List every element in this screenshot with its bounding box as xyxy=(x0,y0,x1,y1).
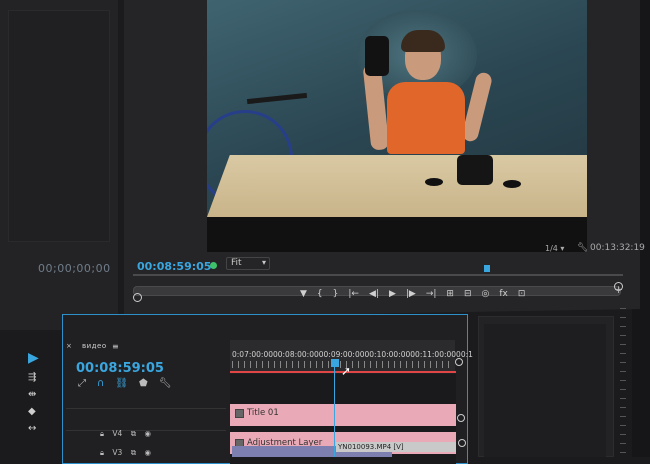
tools-panel: ▶ ⇶ ⇹ ◆ ↔ xyxy=(28,350,39,434)
clip-label: Title 01 xyxy=(247,408,279,418)
sequence-tab[interactable]: видео xyxy=(70,342,107,350)
linked-selection-icon[interactable]: ⛓︎ xyxy=(115,378,128,389)
sequence-name: видео xyxy=(82,342,107,350)
source-timecode[interactable]: 00;00;00;00 xyxy=(38,262,111,275)
clip-label: YN010093.MP4 [V] xyxy=(338,443,404,451)
fx-badge-icon xyxy=(235,409,244,418)
snap-icon[interactable]: ∩ xyxy=(97,378,104,389)
person-orange-shirt xyxy=(387,82,465,154)
export-frame-button[interactable]: ◎ xyxy=(482,289,490,303)
razor-tool-icon[interactable]: ◆ xyxy=(28,406,39,417)
zoom-scrollbar-left-handle[interactable] xyxy=(133,293,142,302)
bicycle-handlebar xyxy=(246,92,308,105)
track-separator xyxy=(66,408,226,409)
timeline-playhead-line[interactable] xyxy=(334,366,335,457)
playback-resolution-select[interactable]: 1/4 ▾ xyxy=(545,244,564,253)
slip-tool-icon[interactable]: ↔ xyxy=(28,423,39,434)
program-playhead-timecode[interactable]: 00:08:59:05 xyxy=(137,260,211,273)
lock-icon[interactable]: 🔒︎ xyxy=(100,429,104,438)
zoom-level-value: Fit xyxy=(231,258,242,268)
lens-cap xyxy=(425,178,443,186)
add-marker-button[interactable]: ▼ xyxy=(300,289,307,303)
comparison-view-button[interactable]: ⊡ xyxy=(518,289,526,303)
source-monitor-view xyxy=(8,10,110,242)
lift-button[interactable]: ⊞ xyxy=(446,289,454,303)
selection-tool-icon[interactable]: ▶ xyxy=(28,350,39,366)
ruler-label: 0:07:00:00 xyxy=(232,350,273,359)
sync-lock-icon[interactable]: ⧉ xyxy=(131,448,136,457)
person-right-arm xyxy=(460,71,494,143)
track-header-v4: 🔒︎ V4 ⧉ ◉ xyxy=(100,429,151,439)
timeline-settings-wrench-icon[interactable]: 🔧︎ xyxy=(159,378,172,389)
extract-button[interactable]: ⊟ xyxy=(464,289,472,303)
clip-title-01[interactable]: Title 01 xyxy=(230,404,456,426)
lens-cap xyxy=(503,180,521,188)
program-video-frame xyxy=(207,0,587,252)
go-to-in-button[interactable]: |← xyxy=(348,289,359,303)
effects-panel-content xyxy=(484,324,606,457)
button-editor-add-button[interactable]: + xyxy=(614,283,623,296)
go-to-out-button[interactable]: →| xyxy=(426,289,437,303)
resolution-value: 1/4 xyxy=(545,244,558,253)
program-playhead[interactable] xyxy=(484,265,490,272)
timeline-playhead-handle[interactable] xyxy=(331,359,339,367)
table-surface xyxy=(207,155,587,217)
nest-icon[interactable]: ⤢ xyxy=(78,378,86,389)
chevron-down-icon: ▾ xyxy=(261,258,266,267)
track-name[interactable]: V4 xyxy=(106,429,128,438)
table-shadow xyxy=(207,217,587,252)
mark-out-button[interactable]: } xyxy=(333,289,339,303)
mark-in-button[interactable]: { xyxy=(317,289,323,303)
zoom-level-select[interactable]: Fit ▾ xyxy=(226,257,270,270)
timeline-playhead-timecode[interactable]: 00:08:59:05 xyxy=(76,361,164,376)
step-forward-button[interactable]: |▶ xyxy=(406,289,416,303)
add-marker-icon[interactable]: ⬟ xyxy=(139,378,148,389)
panel-menu-icon[interactable]: ≡ xyxy=(112,342,119,351)
timeline-scroll-handle[interactable] xyxy=(458,439,466,447)
track-name[interactable]: V3 xyxy=(106,448,128,457)
ruler-label: 00:08:00:00 xyxy=(272,350,319,359)
fx-button[interactable]: fx xyxy=(499,289,508,303)
eye-icon[interactable]: ◉ xyxy=(138,429,151,438)
transport-controls: ▼ { } |← ◀| ▶ |▶ →| ⊞ ⊟ ◎ fx ⊡ xyxy=(300,289,525,303)
audio-meter xyxy=(620,308,626,457)
timeline-tools: ⤢ ∩ ⛓︎ ⬟ 🔧︎ xyxy=(78,378,171,389)
sequence-duration: 00:13:32:19 xyxy=(590,243,645,253)
step-back-button[interactable]: ◀| xyxy=(369,289,379,303)
ruler-label: 00:11:00:00 xyxy=(410,350,457,359)
ruler-labels: 0:07:00:00 00:08:00:00 00:09:00:00 00:10… xyxy=(232,350,473,359)
held-camera xyxy=(365,36,389,76)
mouse-cursor-icon: ➚ xyxy=(341,364,352,378)
status-dot-icon xyxy=(210,262,217,269)
lock-icon[interactable]: 🔒︎ xyxy=(100,448,104,457)
eye-icon[interactable]: ◉ xyxy=(138,448,151,457)
program-time-ruler[interactable] xyxy=(133,274,623,276)
ruler-label: 00:09:00:00 xyxy=(318,350,365,359)
ruler-label: 00:10:00:00 xyxy=(364,350,411,359)
play-button[interactable]: ▶ xyxy=(389,289,396,303)
timeline-scroll-handle[interactable] xyxy=(457,414,465,422)
wrench-icon[interactable]: 🔧︎ xyxy=(577,243,588,253)
table-camera xyxy=(457,155,493,185)
track-select-tool-icon[interactable]: ⇶ xyxy=(28,372,39,383)
sync-lock-icon[interactable]: ⧉ xyxy=(131,429,136,438)
person-hair xyxy=(401,30,445,52)
ripple-edit-tool-icon[interactable]: ⇹ xyxy=(28,389,39,400)
timeline-scroll-handle[interactable] xyxy=(455,358,463,366)
